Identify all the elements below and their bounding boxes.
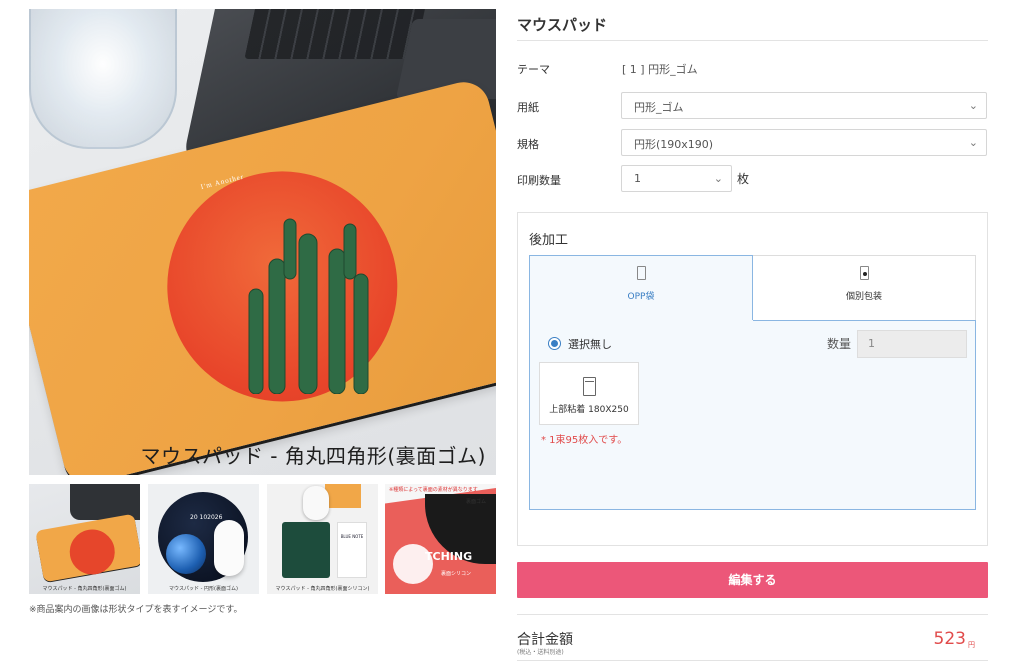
mouse-graphic xyxy=(214,520,244,576)
title-divider xyxy=(517,40,988,41)
bundle-note: * 1束95枚入です。 xyxy=(541,435,628,446)
paper-select[interactable]: 円形_ゴム ⌄ xyxy=(621,92,987,119)
post-processing-title: 後加工 xyxy=(529,233,569,248)
product-title: マウスパッド xyxy=(517,16,608,34)
thumbnail-round-rubber[interactable]: 20 102026 マウスパッド - 円形(裏面ゴム) xyxy=(148,484,259,594)
tab-label: 個別包装 xyxy=(845,292,882,302)
material-note: ※種類によって裏面の素材が異なります xyxy=(389,487,478,493)
option-card-top-adhesive[interactable]: 上部粘着 180X250 xyxy=(539,362,639,425)
green-mousepad-graphic xyxy=(282,522,330,578)
thumbnail-rounded-rect-rubber[interactable]: マウスパッド - 角丸四角形(裏面ゴム) xyxy=(29,484,140,594)
chevron-down-icon: ⌄ xyxy=(968,136,978,149)
total-sub-label: (税込・送料別途) xyxy=(517,649,564,656)
thumbnail-material-comparison[interactable]: ※種類によって裏面の素材が異なります 裏面ゴム TCHING 裏面シリコン xyxy=(385,484,496,594)
print-quantity-select[interactable]: 1 ⌄ xyxy=(621,165,732,192)
print-quantity-value: 1 xyxy=(634,172,641,185)
total-currency: 円 xyxy=(968,641,975,649)
tab-label: OPP袋 xyxy=(627,292,655,302)
paper-select-value: 円形_ゴム xyxy=(634,101,684,114)
rubber-label: 裏面ゴム xyxy=(465,499,486,505)
thumbnail-caption: マウスパッド - 角丸四角形(裏面シリコン) xyxy=(275,586,370,592)
stitching-label: TCHING xyxy=(425,550,473,563)
tab-opp-bag[interactable]: OPP袋 xyxy=(529,255,753,321)
total-divider-bottom xyxy=(517,660,988,661)
spec-select[interactable]: 円形(190x190) ⌄ xyxy=(621,129,987,156)
total-price: 523 xyxy=(933,629,966,649)
bag-icon xyxy=(582,377,596,396)
option-card-label: 上部粘着 180X250 xyxy=(549,405,629,415)
water-glass-graphic xyxy=(29,9,177,149)
quantity-label: 印刷数量 xyxy=(517,174,561,187)
theme-value: [ 1 ] 円形_ゴム xyxy=(622,63,698,76)
earth-graphic xyxy=(166,534,206,574)
paper-label: 用紙 xyxy=(517,101,539,114)
total-divider xyxy=(517,614,988,615)
main-image-caption: マウスパッド - 角丸四角形(裏面ゴム) xyxy=(140,444,486,468)
keyboard-graphic xyxy=(244,9,428,59)
notebook-graphic xyxy=(337,522,367,578)
thumbnail-strip: マウスパッド - 角丸四角形(裏面ゴム) 20 102026 マウスパッド - … xyxy=(29,484,496,594)
edit-button[interactable]: 編集する xyxy=(517,562,988,598)
no-selection-radio[interactable] xyxy=(548,337,561,350)
total-label: 合計金額 xyxy=(517,632,573,648)
tab-individual-wrap[interactable]: 個別包装 xyxy=(753,255,976,321)
tab-panel-border xyxy=(753,320,976,321)
bag-icon xyxy=(636,266,646,280)
thumbnail-caption: マウスパッド - 円形(裏面ゴム) xyxy=(169,586,238,592)
package-icon xyxy=(859,266,869,280)
panel-quantity-field[interactable]: 1 xyxy=(857,330,967,358)
theme-label: テーマ xyxy=(517,63,550,76)
gallery-note: ※商品案内の画像は形状タイプを表すイメージです。 xyxy=(29,605,243,615)
spec-label: 規格 xyxy=(517,138,539,151)
mouse-graphic xyxy=(303,486,329,520)
thumbnail-caption: マウスパッド - 角丸四角形(裏面ゴム) xyxy=(42,586,127,592)
notebook-label: BLUE NOTE xyxy=(340,534,364,539)
no-selection-label[interactable]: 選択無し xyxy=(568,336,612,352)
spec-select-value: 円形(190x190) xyxy=(634,138,714,151)
panel-quantity-label: 数量 xyxy=(827,337,852,351)
chevron-down-icon: ⌄ xyxy=(713,172,723,185)
chevron-down-icon: ⌄ xyxy=(968,99,978,112)
mousepad-date-text: 20 102026 xyxy=(190,514,223,521)
silicone-label: 裏面シリコン xyxy=(441,571,472,577)
sun-graphic xyxy=(66,525,119,579)
thumbnail-rounded-rect-silicone[interactable]: BLUE NOTE マウスパッド - 角丸四角形(裏面シリコン) xyxy=(267,484,378,594)
main-product-image: I'm Another マウスパッド - 角丸四角形(裏面ゴム) xyxy=(29,9,496,475)
quantity-unit: 枚 xyxy=(737,172,750,186)
mousepad-graphic xyxy=(35,513,140,583)
mousepad-graphic xyxy=(325,484,361,508)
cactus-graphic xyxy=(248,218,369,394)
